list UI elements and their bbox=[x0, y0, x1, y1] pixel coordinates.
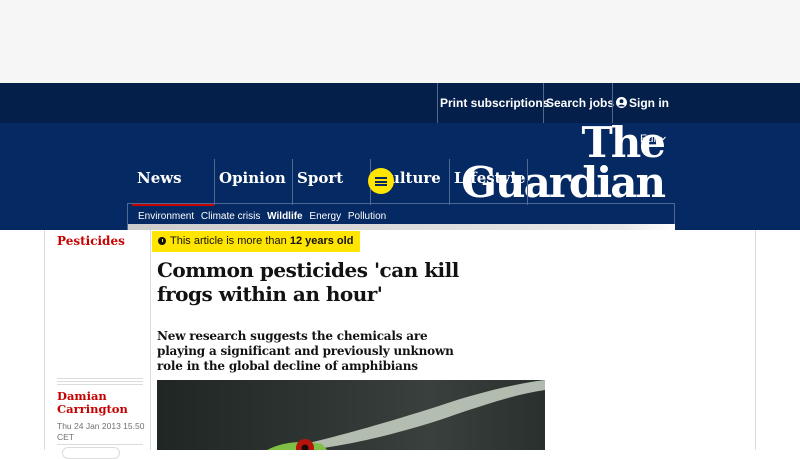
article-standfirst: New research suggests the chemicals are … bbox=[157, 329, 454, 373]
subnav-item-energy[interactable]: Energy bbox=[309, 211, 341, 222]
age-warning-value: 12 years old bbox=[289, 235, 354, 247]
article-dateline: Thu 24 Jan 2013 15.50 CET bbox=[57, 421, 145, 442]
header-strip bbox=[128, 224, 675, 230]
search-jobs-link[interactable]: Search jobs bbox=[546, 83, 614, 123]
menu-icon bbox=[375, 177, 387, 179]
pillar-lifestyle[interactable]: Lifestyle bbox=[449, 171, 530, 203]
subnav-item-climate-crisis[interactable]: Climate crisis bbox=[201, 211, 260, 222]
subnav-item-wildlife[interactable]: Wildlife bbox=[267, 211, 302, 222]
sign-in-link[interactable]: Sign in bbox=[616, 83, 669, 123]
logo-line-1: The bbox=[581, 123, 666, 167]
edition-label: Eur bbox=[640, 133, 658, 145]
print-subscriptions-link[interactable]: Print subscriptions bbox=[440, 83, 549, 123]
column-border bbox=[150, 230, 151, 450]
top-bar-divider bbox=[612, 83, 613, 123]
age-warning-prefix: This article is more than bbox=[170, 235, 287, 247]
clock-icon bbox=[158, 237, 166, 245]
pillar-news[interactable]: News bbox=[132, 171, 214, 206]
pillar-opinion[interactable]: Opinion bbox=[214, 171, 291, 203]
section-label[interactable]: Pesticides bbox=[57, 234, 125, 248]
sign-in-label: Sign in bbox=[629, 96, 669, 110]
subnav-item-environment[interactable]: Environment bbox=[138, 211, 194, 222]
subnav-divider bbox=[127, 203, 675, 204]
author-first-name: Damian bbox=[57, 389, 107, 403]
masthead: The Guardian Eur News Opinion Sport Cult… bbox=[0, 123, 800, 230]
sub-navigation: Environment Climate crisis Wildlife Ener… bbox=[138, 211, 390, 222]
frog-photo bbox=[267, 380, 545, 450]
dateline-divider bbox=[57, 444, 143, 445]
pillar-divider bbox=[527, 159, 528, 205]
article-age-warning: This article is more than 12 years old bbox=[152, 231, 361, 252]
hero-image bbox=[157, 380, 545, 450]
top-bar-divider bbox=[543, 83, 544, 123]
menu-button[interactable] bbox=[368, 168, 394, 194]
pillar-sport[interactable]: Sport bbox=[292, 171, 367, 203]
top-bar-divider bbox=[437, 83, 438, 123]
menu-icon-bar bbox=[375, 180, 387, 183]
column-border bbox=[44, 230, 45, 450]
ad-slot bbox=[0, 0, 800, 83]
menu-icon-bar bbox=[375, 184, 387, 186]
edition-picker[interactable]: Eur bbox=[640, 133, 667, 145]
author-last-name: Carrington bbox=[57, 402, 128, 416]
user-icon bbox=[616, 97, 627, 108]
column-border bbox=[755, 230, 756, 450]
byline-divider bbox=[57, 378, 143, 385]
subnav-item-pollution[interactable]: Pollution bbox=[348, 211, 386, 222]
chevron-down-icon bbox=[660, 136, 667, 141]
article-headline: Common pesticides 'can kill frogs within… bbox=[157, 258, 459, 306]
author-byline[interactable]: Damian Carrington bbox=[57, 390, 147, 416]
top-bar: Print subscriptions Search jobs Sign in bbox=[0, 83, 800, 123]
share-button[interactable] bbox=[62, 447, 120, 459]
